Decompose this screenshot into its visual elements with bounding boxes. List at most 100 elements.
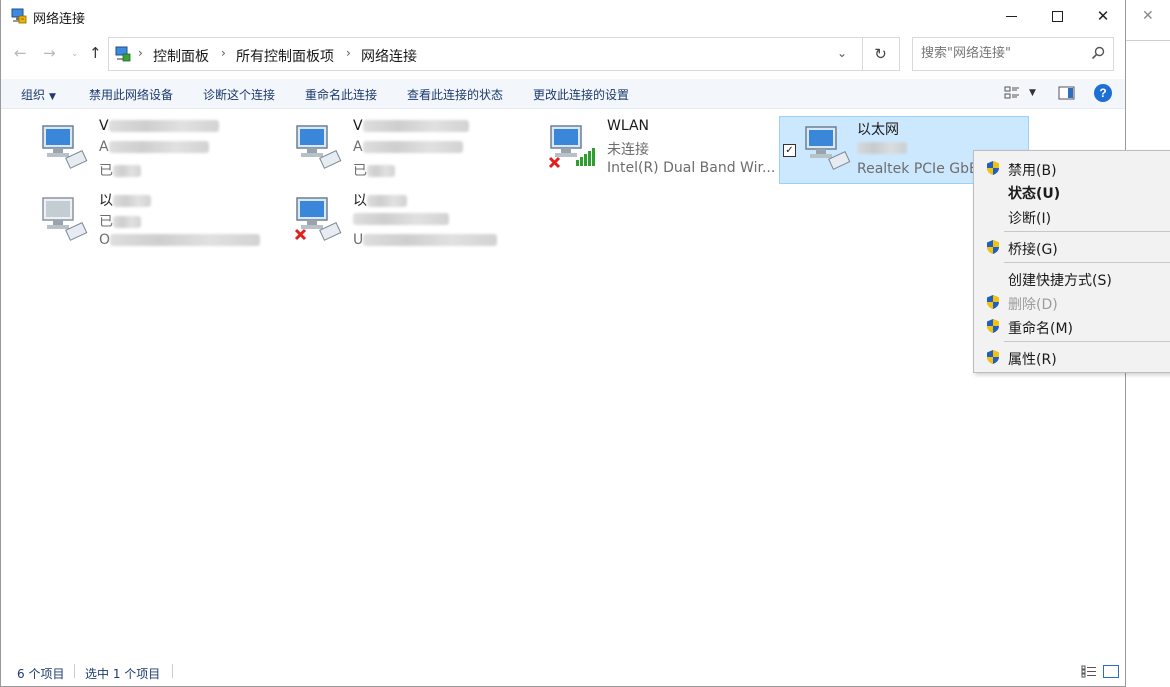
search-icon[interactable] (1091, 46, 1105, 60)
navigation-bar: ← → ⌄ ↑ › 控制面板 › 所有控制面板项 › 网络连接 ⌄ ↻ (1, 37, 1125, 71)
refresh-button[interactable]: ↻ (862, 37, 900, 71)
selection-checkbox[interactable]: ✓ (783, 144, 796, 157)
connection-status (857, 140, 907, 156)
control-panel-icon (115, 46, 131, 62)
wireless-adapter-icon (548, 125, 595, 169)
view-options-caret-icon[interactable]: ▼ (1029, 88, 1036, 98)
uac-shield-icon (987, 319, 999, 333)
maximize-icon (1051, 10, 1063, 22)
network-adapter-icon (296, 125, 342, 169)
connection-item[interactable]: V A 已 (291, 116, 541, 184)
connection-name: 以 (353, 190, 407, 210)
up-arrow-icon[interactable]: ↑ (89, 44, 102, 62)
breadcrumb-all-items[interactable]: 所有控制面板项 (236, 46, 334, 66)
maximize-button[interactable] (1034, 0, 1080, 32)
connection-item[interactable]: V A 已 (37, 116, 287, 184)
address-history-chevron-icon[interactable]: ⌄ (837, 46, 847, 60)
diagnose-button[interactable]: 诊断这个连接 (203, 86, 275, 103)
close-button[interactable]: ✕ (1080, 0, 1126, 32)
caret-down-icon: ▼ (49, 92, 56, 102)
explorer-window: 网络连接 ✕ ← → ⌄ ↑ › 控制面板 › 所有控制面板项 › 网络连接 ⌄… (0, 0, 1126, 687)
blurred-text (113, 195, 151, 207)
connection-status (353, 211, 449, 227)
menu-separator (1004, 262, 1170, 263)
view-status-button[interactable]: 查看此连接的状态 (407, 86, 503, 103)
command-bar: 组织 ▼ 禁用此网络设备 诊断这个连接 重命名此连接 查看此连接的状态 更改此连接… (1, 79, 1125, 109)
blurred-text (108, 120, 219, 132)
blurred-text (367, 195, 407, 207)
uac-shield-icon (987, 161, 999, 175)
large-icons-view-icon[interactable] (1103, 665, 1119, 678)
connection-status: 已 (99, 211, 141, 231)
connection-device: Intel(R) Dual Band Wir... (607, 160, 776, 176)
preview-pane-icon[interactable] (1058, 85, 1075, 101)
title-bar: 网络连接 ✕ (1, 0, 1125, 32)
context-menu: 禁用(B) 状态(U) 诊断(I) 桥接(G) 创建快捷方式(S) 删除(D) … (973, 150, 1170, 373)
connection-status: A (353, 139, 463, 155)
forward-arrow-icon[interactable]: → (43, 44, 56, 62)
change-view-icon[interactable] (1004, 85, 1020, 101)
breadcrumb-separator-icon[interactable]: › (346, 46, 351, 60)
uac-shield-icon (987, 350, 999, 364)
blurred-text (113, 165, 141, 177)
breadcrumb-network-connections[interactable]: 网络连接 (361, 46, 417, 66)
connection-status: 未连接 (607, 142, 649, 158)
minimize-button[interactable] (988, 0, 1034, 32)
organize-menu[interactable]: 组织 ▼ (21, 86, 56, 103)
blurred-text (367, 165, 395, 177)
connection-name: V (353, 118, 469, 134)
connection-name: 以 (99, 190, 151, 210)
menu-item-rename[interactable]: 重命名(M) (974, 314, 1170, 338)
uac-shield-icon (987, 240, 999, 254)
menu-label: 状态(U) (1008, 186, 1061, 202)
menu-item-disable[interactable]: 禁用(B) (974, 156, 1170, 180)
blurred-text (362, 120, 469, 132)
menu-separator (1004, 231, 1170, 232)
connection-status: A (99, 139, 209, 155)
connection-name: V (99, 118, 219, 134)
details-view-icon[interactable] (1081, 665, 1097, 678)
network-adapter-icon (294, 197, 342, 241)
menu-separator (1004, 341, 1170, 342)
connection-name: 以太网 (857, 122, 899, 138)
search-box[interactable] (912, 37, 1114, 71)
rename-button[interactable]: 重命名此连接 (305, 86, 377, 103)
organize-label: 组织 (21, 88, 46, 102)
menu-item-status[interactable]: 状态(U) (974, 179, 1170, 203)
connection-device: U (353, 232, 498, 248)
refresh-icon: ↻ (874, 45, 887, 63)
connection-item-wlan[interactable]: WLAN 未连接 Intel(R) Dual Band Wir... (545, 116, 795, 184)
connection-device: 已 (99, 160, 141, 180)
address-bar[interactable]: › 控制面板 › 所有控制面板项 › 网络连接 ⌄ (108, 37, 863, 71)
connection-item[interactable]: 以 U (291, 188, 541, 256)
connections-list: V A 已 V A 已 WLAN 未连接 Intel(R) Dual Band … (1, 110, 1125, 655)
background-divider (1126, 40, 1170, 41)
connection-device: 已 (353, 160, 395, 180)
breadcrumb-separator-icon[interactable]: › (138, 46, 143, 60)
disable-device-button[interactable]: 禁用此网络设备 (89, 86, 173, 103)
menu-item-diagnose[interactable]: 诊断(I) (974, 204, 1170, 228)
menu-label: 创建快捷方式(S) (1008, 273, 1112, 289)
menu-item-bridge[interactable]: 桥接(G) (974, 235, 1170, 259)
breadcrumb-separator-icon[interactable]: › (221, 46, 226, 60)
window-title: 网络连接 (33, 12, 86, 27)
blurred-text (353, 213, 449, 225)
recent-locations-chevron-icon[interactable]: ⌄ (71, 49, 79, 59)
menu-item-create-shortcut[interactable]: 创建快捷方式(S) (974, 266, 1170, 290)
network-adapter-icon (805, 126, 851, 170)
status-divider (172, 664, 173, 678)
back-arrow-icon[interactable]: ← (14, 44, 27, 62)
connection-device: Realtek PCIe GbE (857, 161, 978, 177)
blurred-text (110, 234, 261, 246)
menu-label: 禁用(B) (1008, 163, 1057, 179)
menu-label: 属性(R) (1008, 352, 1057, 368)
search-input[interactable] (921, 46, 1081, 61)
menu-item-properties[interactable]: 属性(R) (974, 345, 1170, 369)
change-settings-button[interactable]: 更改此连接的设置 (533, 86, 629, 103)
connection-device: O (99, 232, 261, 248)
background-close-icon: ✕ (1142, 8, 1154, 24)
selected-count: 选中 1 个项目 (85, 667, 161, 681)
help-icon[interactable]: ? (1094, 84, 1112, 102)
breadcrumb-control-panel[interactable]: 控制面板 (153, 46, 209, 66)
connection-item[interactable]: 以 已 O (37, 188, 287, 256)
